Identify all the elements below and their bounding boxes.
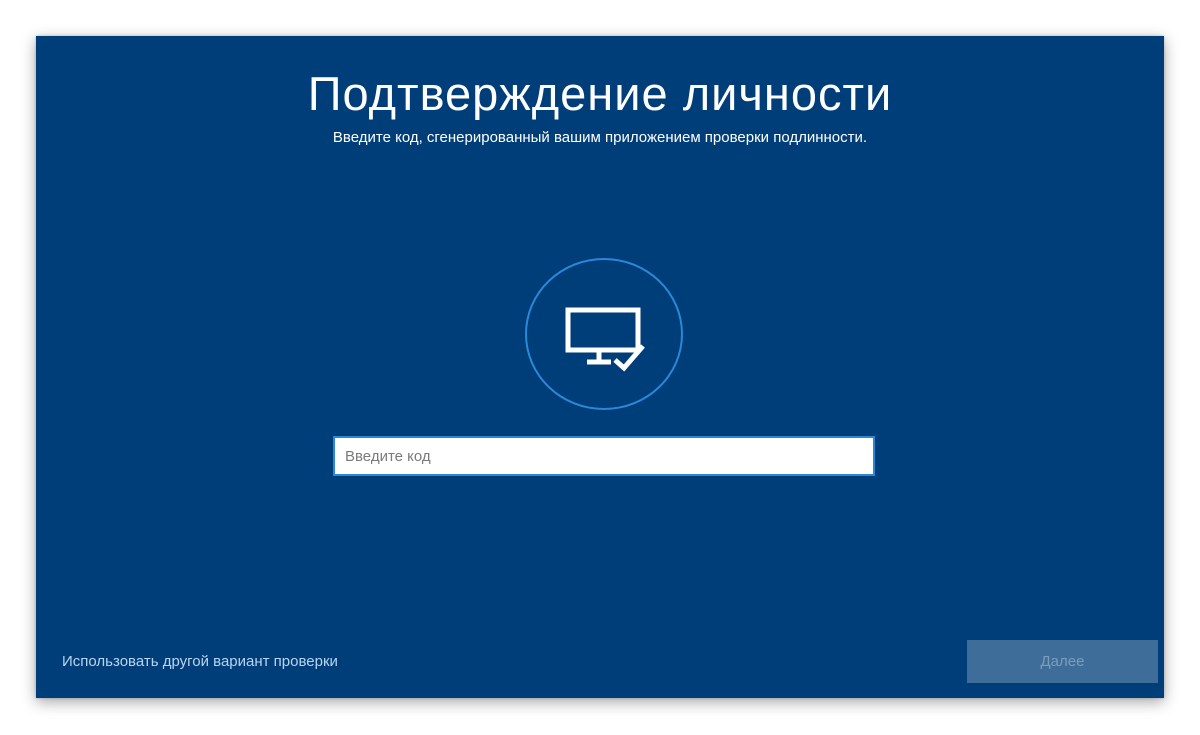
- page-subtitle: Введите код, сгенерированный вашим прило…: [332, 129, 868, 146]
- code-input[interactable]: [333, 436, 875, 476]
- next-button[interactable]: Далее: [967, 640, 1158, 683]
- monitor-check-icon: [565, 307, 645, 372]
- other-verification-option-link[interactable]: Использовать другой вариант проверки: [62, 652, 338, 672]
- page-title: Подтверждение личности: [307, 67, 893, 120]
- identity-verification-screen: Подтверждение личности Введите код, сген…: [36, 36, 1164, 698]
- icon-circle: [525, 258, 683, 410]
